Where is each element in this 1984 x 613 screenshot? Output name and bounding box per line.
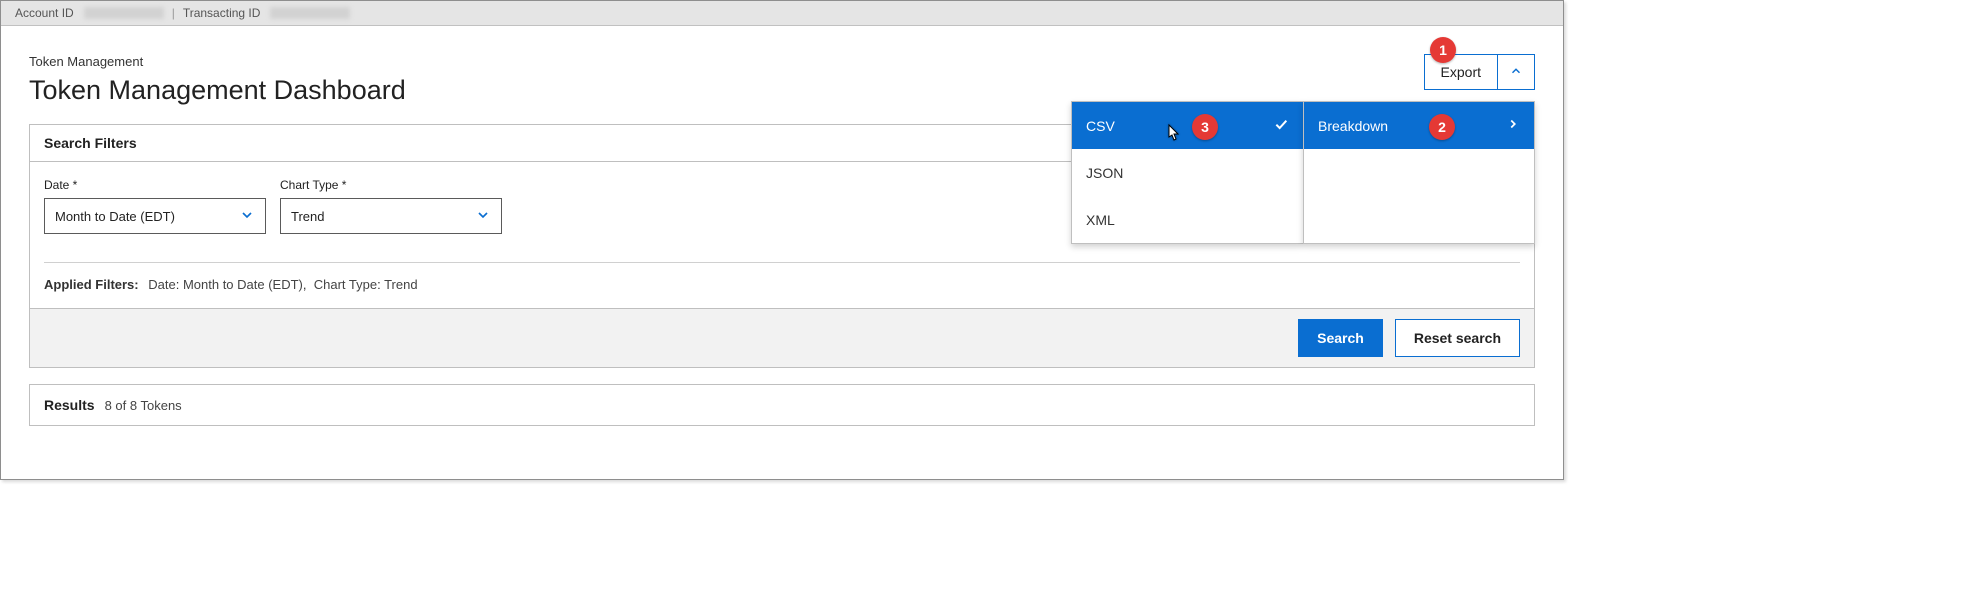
breadcrumb[interactable]: Token Management	[29, 54, 1535, 69]
export-type-menu: Breakdown	[1303, 101, 1535, 244]
export-button-toggle[interactable]	[1498, 55, 1534, 89]
header-separator: |	[172, 6, 175, 20]
transacting-id-value-redacted	[270, 7, 350, 19]
chevron-down-icon	[239, 207, 255, 226]
export-format-json[interactable]: JSON	[1072, 149, 1303, 196]
applied-filters-label: Applied Filters:	[44, 277, 139, 292]
export-button-label[interactable]: Export	[1425, 55, 1498, 89]
export-format-csv[interactable]: CSV	[1072, 102, 1303, 149]
results-count: 8 of 8 Tokens	[105, 398, 182, 413]
export-format-xml[interactable]: XML	[1072, 196, 1303, 243]
account-id-value-redacted	[84, 7, 164, 19]
chart-type-select-value: Trend	[291, 209, 324, 224]
search-filters-title: Search Filters	[44, 135, 137, 151]
export-split-button: Export	[1424, 54, 1535, 90]
menu-item-label: JSON	[1086, 165, 1123, 181]
date-select-value: Month to Date (EDT)	[55, 209, 175, 224]
date-select[interactable]: Month to Date (EDT)	[44, 198, 266, 234]
chevron-right-icon	[1506, 117, 1520, 134]
chevron-down-icon	[475, 207, 491, 226]
date-field-label: Date *	[44, 178, 266, 192]
export-format-menu: CSV JSON XML	[1071, 101, 1303, 244]
applied-filter-value: Trend	[384, 277, 417, 292]
account-id-label: Account ID	[15, 6, 74, 20]
check-icon	[1273, 116, 1289, 135]
chart-type-select[interactable]: Trend	[280, 198, 502, 234]
menu-item-label: CSV	[1086, 118, 1115, 134]
menu-item-label: Breakdown	[1318, 118, 1388, 134]
menu-item-label: XML	[1086, 212, 1115, 228]
filter-actions: Search Reset search	[30, 308, 1534, 367]
reset-search-button[interactable]: Reset search	[1395, 319, 1520, 357]
account-header-bar: Account ID | Transacting ID	[1, 1, 1563, 26]
applied-filter-value: Month to Date (EDT)	[183, 277, 303, 292]
search-button[interactable]: Search	[1298, 319, 1383, 357]
export-menu-container: CSV JSON XML Breakdown	[1071, 101, 1535, 244]
results-title: Results	[44, 397, 95, 413]
applied-filters-row: Applied Filters: Date: Month to Date (ED…	[44, 277, 1520, 308]
applied-filter-name: Chart Type	[314, 277, 377, 292]
transacting-id-label: Transacting ID	[183, 6, 261, 20]
applied-filter-name: Date	[148, 277, 175, 292]
export-type-breakdown[interactable]: Breakdown	[1304, 102, 1534, 149]
chart-type-field-label: Chart Type *	[280, 178, 502, 192]
results-panel-header: Results 8 of 8 Tokens	[29, 384, 1535, 426]
chevron-up-icon	[1509, 64, 1523, 81]
